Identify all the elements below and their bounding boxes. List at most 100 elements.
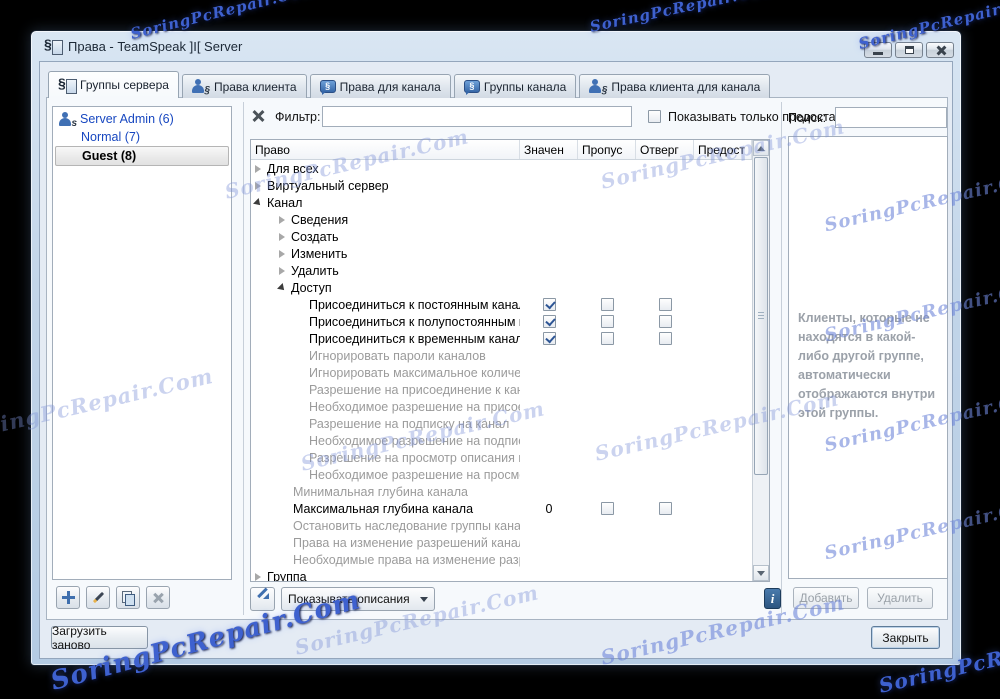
titlebar[interactable]: Права - TeamSpeak ]I[ Server [31, 31, 961, 61]
permission-cell [636, 298, 694, 311]
tree-row[interactable]: Игнорировать максимальное количеств... [251, 364, 752, 381]
unchecked-checkbox[interactable] [600, 502, 614, 515]
tree-row[interactable]: Создать [251, 228, 752, 245]
tree-row[interactable]: Права на изменение разрешений канала [251, 534, 752, 551]
close-button[interactable] [926, 42, 954, 58]
vertical-scrollbar[interactable] [752, 140, 769, 581]
permissions-tree: Право Значен Пропус Отверг Предост Для всех В… [250, 139, 770, 582]
server-group-item[interactable]: Guest (8) [55, 146, 229, 166]
unchecked-checkbox[interactable] [600, 315, 614, 328]
unchecked-checkbox[interactable] [658, 315, 672, 328]
expand-arrow-icon[interactable] [255, 181, 261, 190]
copy-group-button[interactable] [116, 586, 140, 609]
expand-arrow-icon[interactable] [279, 232, 285, 241]
permission-label: Необходимые права на изменение разреше..… [293, 552, 520, 567]
tree-row[interactable]: Необходимое разрешение на подписку ... [251, 432, 752, 449]
server-groups-list[interactable]: s Server Admin (6) Normal (7) Guest (8) [52, 106, 232, 580]
expand-arrow-icon[interactable] [255, 572, 261, 581]
reload-button[interactable]: Загрузить заново [51, 624, 148, 652]
permission-cell [636, 502, 694, 515]
tab-4[interactable]: Группы канала [453, 74, 577, 98]
permission-label: Присоединиться к полупостоянным кан... [309, 314, 520, 329]
scrollbar-thumb[interactable] [754, 157, 768, 475]
expand-all-button[interactable] [250, 587, 275, 611]
server-group-item[interactable]: Normal (7) [55, 128, 229, 146]
rename-group-button[interactable] [86, 586, 110, 609]
permission-label: Необходимое разрешение на просмотр ... [309, 467, 520, 482]
filter-label: Фильтр: [275, 110, 321, 124]
unchecked-checkbox[interactable] [658, 298, 672, 311]
permission-label: Для всех [267, 161, 319, 176]
tree-row[interactable]: Изменить [251, 245, 752, 262]
permission-name-cell: Создать [251, 230, 520, 244]
tree-row[interactable]: Необходимое разрешение на просмотр ... [251, 466, 752, 483]
tree-row[interactable]: Сведения [251, 211, 752, 228]
permission-name-cell: Присоединиться к постоянным каналам [251, 298, 520, 312]
permission-cell [578, 298, 636, 311]
maximize-button[interactable] [895, 42, 923, 58]
tree-row[interactable]: Игнорировать пароли каналов [251, 347, 752, 364]
minimize-button[interactable] [864, 42, 892, 58]
permission-name-cell: Права на изменение разрешений канала [251, 536, 520, 550]
checked-checkbox[interactable] [542, 332, 556, 345]
unchecked-checkbox[interactable] [600, 332, 614, 345]
permission-name-cell: Максимальная глубина канала [251, 502, 520, 516]
show-descriptions-dropdown[interactable]: Показывать описания [281, 587, 435, 611]
expand-arrow-icon[interactable] [279, 215, 285, 224]
tree-row[interactable]: Разрешение на подписку на канал [251, 415, 752, 432]
client-section-icon: § [191, 79, 210, 96]
table-body: Для всех Виртуальный сервер Канал Сведения С… [251, 160, 752, 581]
show-only-granted-checkbox[interactable] [648, 110, 661, 123]
tree-row[interactable]: Для всех [251, 160, 752, 177]
tree-row[interactable]: Необходимые права на изменение разреше..… [251, 551, 752, 568]
expand-arrow-icon[interactable] [255, 164, 261, 173]
collapse-arrow-icon[interactable] [277, 282, 287, 293]
tree-row[interactable]: Виртуальный сервер [251, 177, 752, 194]
permission-label: Игнорировать максимальное количеств... [309, 365, 520, 380]
column-header: Значен [520, 140, 578, 159]
tree-row[interactable]: Канал [251, 194, 752, 211]
clear-filter-icon[interactable] [252, 109, 265, 122]
tree-row[interactable]: Необходимое разрешение на присоеди... [251, 398, 752, 415]
tree-row[interactable]: Присоединиться к временным каналам [251, 330, 752, 347]
tree-row[interactable]: Максимальная глубина канала 0 [251, 500, 752, 517]
expand-arrow-icon[interactable] [279, 266, 285, 275]
remove-client-button[interactable]: Удалить [867, 587, 933, 609]
tab-label: Права клиента для канала [611, 79, 761, 94]
tab-5[interactable]: § Права клиента для канала [579, 74, 771, 98]
info-button[interactable]: i [764, 588, 781, 609]
unchecked-checkbox[interactable] [658, 502, 672, 515]
checked-checkbox[interactable] [542, 298, 556, 311]
tree-row[interactable]: Разрешение на присоединение к каналу [251, 381, 752, 398]
filter-input[interactable] [322, 106, 632, 127]
column-header: Право [251, 140, 520, 159]
add-group-button[interactable] [56, 586, 80, 609]
unchecked-checkbox[interactable] [600, 298, 614, 311]
collapse-arrow-icon[interactable] [253, 197, 263, 208]
tree-row[interactable]: Разрешение на просмотр описания кан... [251, 449, 752, 466]
expand-arrow-icon[interactable] [279, 249, 285, 258]
minimize-icon [873, 51, 883, 55]
permission-label: Разрешение на подписку на канал [309, 416, 510, 431]
close-dialog-button[interactable]: Закрыть [871, 626, 940, 649]
unchecked-checkbox[interactable] [658, 332, 672, 345]
tree-row[interactable]: Группа [251, 568, 752, 581]
scroll-down-button[interactable] [753, 565, 769, 581]
tree-row[interactable]: Минимальная глубина канала [251, 483, 752, 500]
tab-2[interactable]: § Права клиента [181, 74, 307, 98]
add-client-button[interactable]: Добавить [793, 587, 859, 609]
tree-row[interactable]: Присоединиться к постоянным каналам [251, 296, 752, 313]
tree-row[interactable]: Остановить наследование группы канала [251, 517, 752, 534]
server-group-item[interactable]: s Server Admin (6) [55, 110, 229, 129]
clients-list[interactable]: Клиенты, которые не находятся в какой-ли… [788, 136, 948, 579]
tab-1[interactable]: Группы сервера [48, 71, 179, 98]
checked-checkbox[interactable] [542, 315, 556, 328]
permission-name-cell: Минимальная глубина канала [251, 485, 520, 499]
delete-group-button[interactable] [146, 586, 170, 609]
scroll-up-button[interactable] [753, 140, 769, 156]
tab-3[interactable]: Права для канала [309, 74, 451, 98]
tree-row[interactable]: Присоединиться к полупостоянным кан... [251, 313, 752, 330]
tree-row[interactable]: Доступ [251, 279, 752, 296]
tree-row[interactable]: Удалить [251, 262, 752, 279]
search-input[interactable] [835, 107, 947, 128]
